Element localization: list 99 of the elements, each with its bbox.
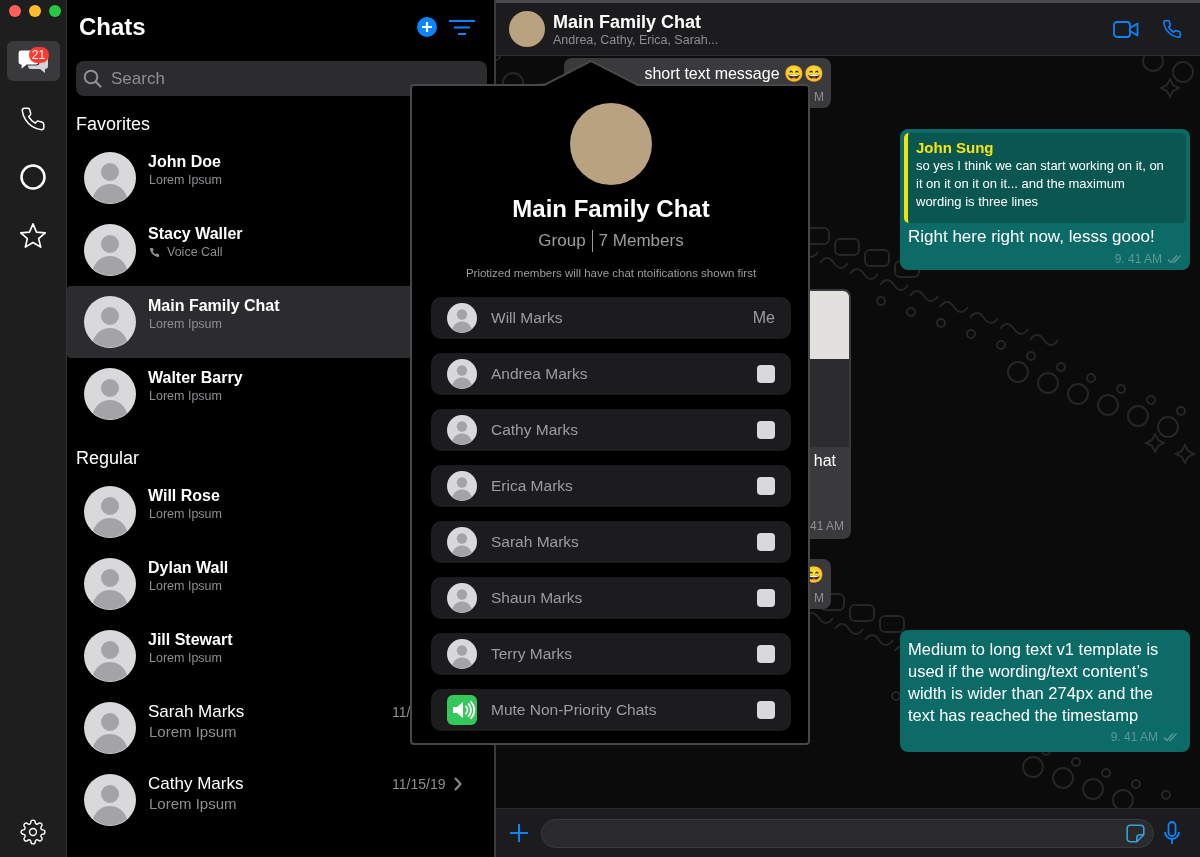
- message-preview: Lorem Ipsum: [149, 316, 222, 333]
- contact-name: Jill Stewart: [148, 630, 233, 650]
- sticker-icon[interactable]: [1125, 822, 1146, 844]
- phone-icon[interactable]: [1162, 19, 1182, 39]
- avatar-silhouette: [447, 527, 477, 557]
- avatar-silhouette: [84, 152, 136, 204]
- member-name: Cathy Marks: [491, 421, 579, 439]
- group-title: Main Family Chat: [512, 195, 710, 223]
- checkbox[interactable]: [757, 421, 775, 439]
- contact-name: Stacy Waller: [148, 224, 243, 244]
- member-count: 7 Members: [598, 231, 684, 251]
- close-button[interactable]: [9, 5, 21, 17]
- member-name: Shaun Marks: [491, 589, 584, 607]
- search-icon: [83, 69, 102, 88]
- message-preview: Lorem Ipsum: [149, 722, 237, 742]
- avatar-silhouette: [84, 774, 136, 826]
- avatar-silhouette: [84, 702, 136, 754]
- member-name: Erica Marks: [491, 477, 574, 495]
- message-preview: Lorem Ipsum: [149, 650, 222, 667]
- double-check-icon: [1163, 732, 1178, 742]
- message-preview: Lorem Ipsum: [149, 506, 222, 523]
- chat-title[interactable]: Main Family Chat: [553, 10, 702, 33]
- checkbox[interactable]: [757, 589, 775, 607]
- search-field[interactable]: Search: [76, 61, 487, 96]
- avatar-silhouette: [447, 471, 477, 501]
- member-name: Sarah Marks: [491, 533, 580, 551]
- message-input[interactable]: [541, 818, 1154, 848]
- avatar-silhouette: [84, 296, 136, 348]
- quoted-message[interactable]: John Sung so yes I think we can start working on it, on it on it on it on it... and the maximum wording is three lines: [904, 133, 1186, 223]
- speaker-icon: [447, 695, 477, 725]
- group-type: Group: [538, 231, 586, 251]
- message-time: 41 AM: [809, 519, 844, 533]
- group-photo-placeholder: [509, 11, 545, 47]
- message-preview: Lorem Ipsum: [149, 388, 222, 405]
- contact-name: Walter Barry: [148, 368, 243, 388]
- avatar-silhouette: [84, 630, 136, 682]
- message-time: M: [814, 591, 824, 605]
- avatar-silhouette: [447, 303, 477, 333]
- double-check-icon: [1167, 254, 1182, 264]
- minimize-button[interactable]: [29, 5, 41, 17]
- message-text: hat: [813, 451, 836, 471]
- zoom-button[interactable]: [49, 5, 61, 17]
- section-title: Favorites: [75, 113, 152, 135]
- chevron-right-icon[interactable]: [454, 777, 462, 791]
- video-camera-icon[interactable]: [1113, 19, 1139, 39]
- message-text: short text message 😄😄: [644, 64, 824, 84]
- chats-title: Chats: [79, 13, 147, 41]
- chat-members: Andrea, Cathy, Erica, Sarah...: [553, 32, 719, 48]
- star-icon: [19, 221, 47, 249]
- plus-circle-icon[interactable]: [417, 17, 437, 37]
- chat-list-item[interactable]: John Doe Lorem Ipsum: [67, 142, 494, 214]
- self-label: Me: [752, 309, 775, 327]
- setting-label: Mute Non-Priority Chats: [491, 701, 658, 719]
- checkbox[interactable]: [757, 477, 775, 495]
- member-name: Will Marks: [491, 309, 564, 327]
- ring-icon: [20, 164, 46, 190]
- quote-text: so yes I think we can start working on it, on it on it on it on it... and the maximum wording is three lines: [916, 157, 1165, 211]
- filter-icon[interactable]: [449, 18, 475, 36]
- message-preview: Lorem Ipsum: [149, 578, 222, 595]
- plus-icon[interactable]: [509, 823, 529, 843]
- message-preview: Lorem Ipsum: [149, 172, 222, 189]
- contact-name: Main Family Chat: [148, 296, 280, 316]
- checkbox[interactable]: [757, 365, 775, 383]
- phone-icon: [20, 106, 46, 132]
- message-time: M: [814, 90, 824, 104]
- avatar-silhouette: [447, 639, 477, 669]
- settings-icon[interactable]: [20, 819, 46, 845]
- avatar-silhouette: [84, 368, 136, 420]
- message-time: 9. 41 AM: [1110, 730, 1158, 744]
- message-text: Right here right now, lesss gooo!: [907, 226, 1156, 248]
- avatar-silhouette: [447, 359, 477, 389]
- unread-count-badge: 21: [28, 47, 49, 63]
- section-title: Regular: [75, 447, 141, 469]
- message-preview: Lorem Ipsum: [149, 794, 237, 814]
- chats-tab[interactable]: 21: [6, 41, 60, 81]
- chat-list-item[interactable]: Cathy Marks Lorem Ipsum 11/15/19: [67, 764, 494, 836]
- avatar-silhouette: [84, 224, 136, 276]
- avatar-silhouette: [447, 583, 477, 613]
- checkbox[interactable]: [757, 701, 775, 719]
- member-name: Terry Marks: [491, 645, 573, 663]
- checkbox[interactable]: [757, 645, 775, 663]
- avatar-silhouette: [447, 415, 477, 445]
- member-name: Andrea Marks: [491, 365, 589, 383]
- contact-name: Dylan Wall: [148, 558, 229, 578]
- chat-date: 11/15/19: [392, 775, 446, 794]
- quote-author: John Sung: [916, 139, 994, 157]
- contact-name: John Doe: [148, 152, 221, 172]
- chat-date: 11/: [392, 703, 411, 722]
- contact-name: Sarah Marks: [148, 702, 245, 722]
- message-text: Medium to long text v1 template is used if the wording/text content’s width is wider than 274px and the text has reached the timestamp: [908, 639, 1160, 726]
- contact-name: Will Rose: [148, 486, 220, 506]
- microphone-icon[interactable]: [1164, 821, 1180, 845]
- priority-note: Priotized members will have chat ntoifications shown first: [465, 266, 757, 280]
- avatar-silhouette: [84, 558, 136, 610]
- contact-name: Cathy Marks: [148, 774, 244, 794]
- message-time: 9. 41 AM: [1114, 252, 1162, 266]
- message-preview: Voice Call: [167, 244, 223, 261]
- checkbox[interactable]: [757, 533, 775, 551]
- avatar-silhouette: [84, 486, 136, 538]
